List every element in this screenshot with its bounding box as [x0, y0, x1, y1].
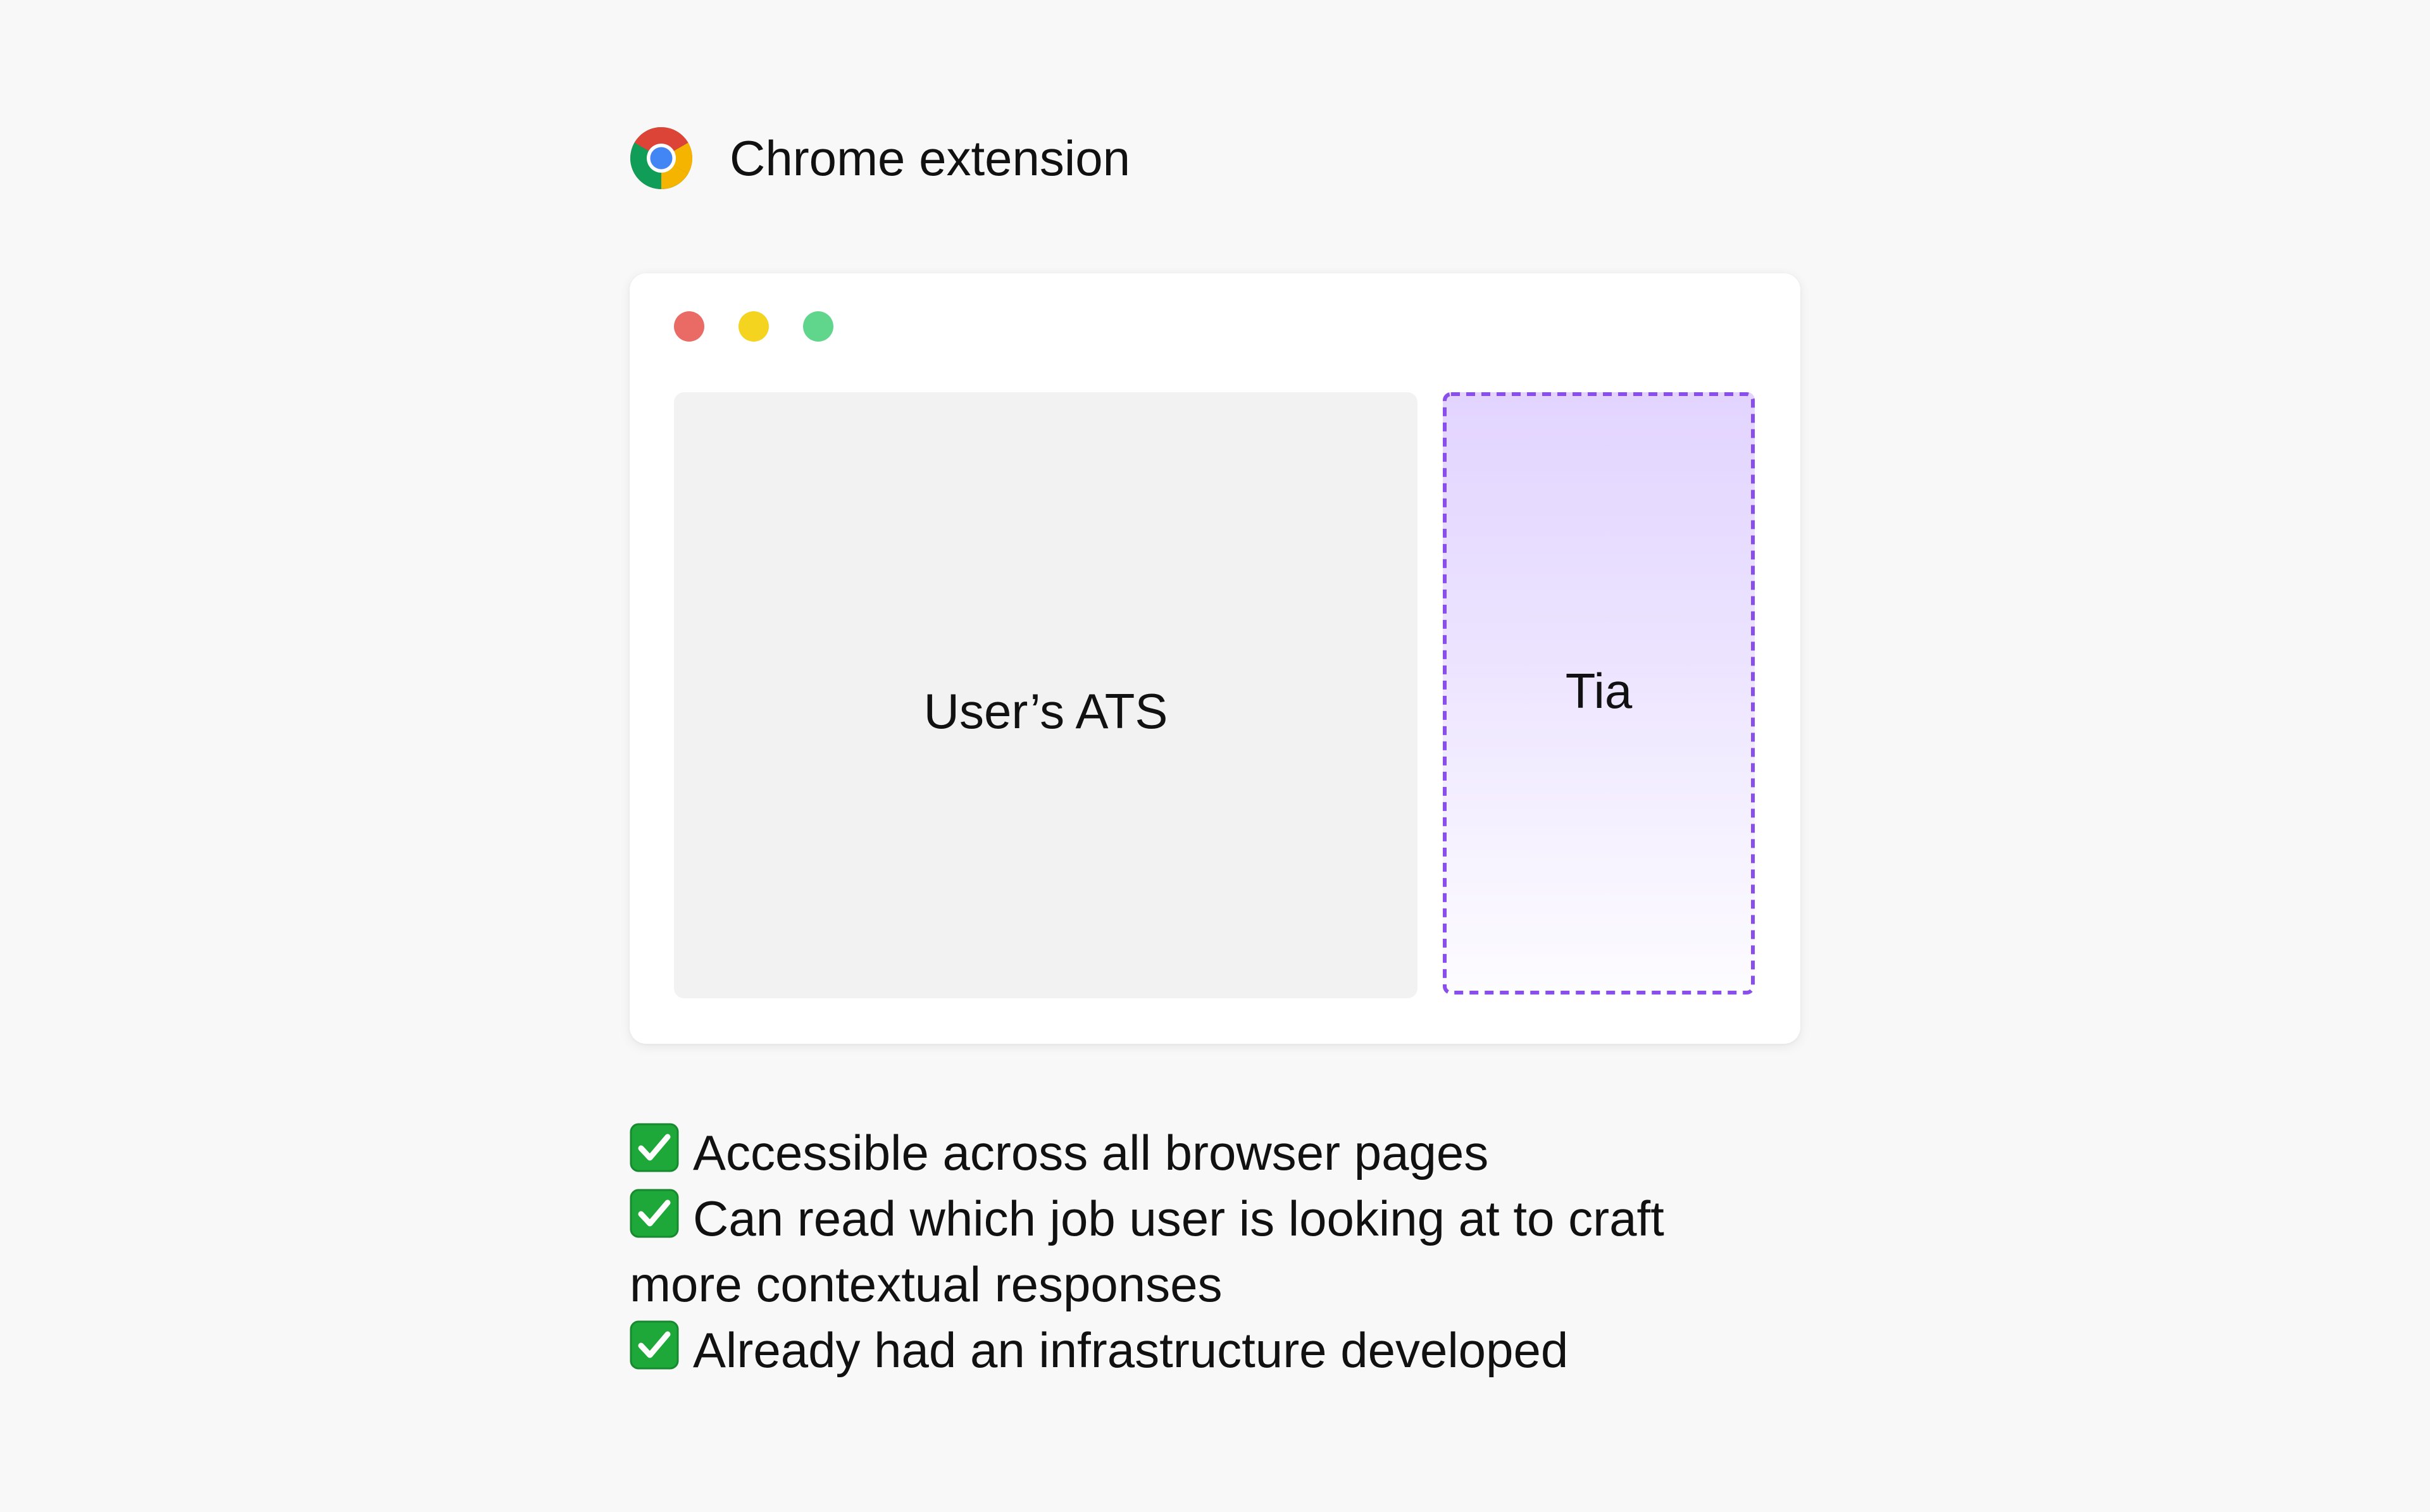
benefit-item: Accessible across all browser pages — [630, 1120, 1769, 1186]
check-mark-button-icon — [630, 1123, 679, 1172]
tia-label: Tia — [1565, 662, 1633, 719]
page-title: Chrome extension — [730, 130, 1130, 186]
window-minimize-dot — [738, 311, 769, 342]
users-ats-pane: User’s ATS — [674, 392, 1418, 998]
chrome-logo-icon — [630, 127, 693, 190]
benefit-text: Can read which job user is looking at to… — [630, 1191, 1664, 1312]
browser-window-mockup: User’s ATS Tia — [630, 273, 1800, 1044]
benefit-item: Already had an infrastructure developed — [630, 1317, 1769, 1383]
benefit-item: Can read which job user is looking at to… — [630, 1186, 1769, 1317]
check-mark-button-icon — [630, 1320, 679, 1370]
check-mark-button-icon — [630, 1189, 679, 1238]
users-ats-label: User’s ATS — [923, 683, 1168, 739]
benefit-text: Already had an infrastructure developed — [693, 1322, 1569, 1378]
header: Chrome extension — [630, 125, 1130, 191]
benefit-text: Accessible across all browser pages — [693, 1125, 1489, 1180]
tia-extension-panel: Tia — [1443, 392, 1755, 995]
benefits-list: Accessible across all browser pages Can … — [630, 1120, 1769, 1383]
window-close-dot — [674, 311, 704, 342]
window-maximize-dot — [803, 311, 833, 342]
